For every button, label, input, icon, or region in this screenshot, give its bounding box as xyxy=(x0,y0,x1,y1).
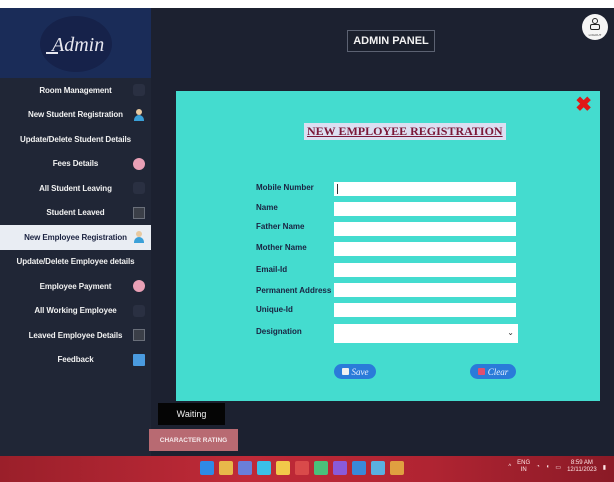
sidebar-item-label: Employee Payment xyxy=(39,281,112,291)
designation-select[interactable]: ⌄ xyxy=(334,324,518,343)
clock-date: 12/11/2023 xyxy=(567,467,597,473)
clear-label: Clear xyxy=(487,366,509,377)
sidebar-item-label: All Student Leaving xyxy=(39,183,112,193)
sidebar-item-new-student-registration[interactable]: New Student Registration xyxy=(0,103,151,128)
list-icon xyxy=(133,304,145,317)
volume-icon[interactable]: ◖ xyxy=(546,464,550,470)
chrome-icon[interactable] xyxy=(314,461,328,475)
father-name-label: Father Name xyxy=(256,222,305,231)
clock[interactable]: 8:59 AM 12/11/2023 xyxy=(567,460,597,474)
list-icon xyxy=(133,182,145,194)
money-icon xyxy=(133,157,145,170)
chevron-up-icon[interactable]: ^ xyxy=(508,464,511,470)
sidebar: Admin Room Management New Student Regist… xyxy=(0,8,151,456)
logout-icon xyxy=(590,18,600,30)
sidebar-item-label: Feedback xyxy=(57,355,94,365)
feedback-icon xyxy=(133,353,145,366)
sidebar-item-label: Update/Delete Student Details xyxy=(20,134,131,144)
logout-label: LOGOUT xyxy=(588,33,602,37)
employee-user-icon xyxy=(133,231,145,243)
page-title: ADMIN PANEL xyxy=(347,30,435,52)
battery-icon[interactable]: ▭ xyxy=(555,464,561,471)
edge-icon[interactable] xyxy=(257,461,271,475)
clock-time: 8:59 AM xyxy=(570,460,593,466)
sidebar-item-label: Room Management xyxy=(39,85,112,95)
sidebar-item-student-leaved[interactable]: Student Leaved xyxy=(0,201,151,226)
sidebar-item-new-employee-registration[interactable]: New Employee Registration xyxy=(0,225,151,250)
permanent-address-field[interactable] xyxy=(334,283,516,297)
designation-label: Designation xyxy=(256,327,302,336)
sidebar-item-label: Leaved Employee Details xyxy=(28,330,123,340)
permanent-address-label: Permanent Address xyxy=(256,286,332,295)
mobile-number-field[interactable] xyxy=(334,182,516,196)
app-icon[interactable] xyxy=(238,461,252,475)
email-id-field[interactable] xyxy=(334,263,516,277)
app-icon[interactable] xyxy=(352,461,366,475)
clear-icon xyxy=(477,368,485,375)
app-icon[interactable] xyxy=(390,461,404,475)
registration-panel: ✖ NEW EMPLOYEE REGISTRATION Mobile Numbe… xyxy=(176,91,600,401)
father-name-field[interactable] xyxy=(334,222,516,236)
clear-button[interactable]: Clear xyxy=(470,364,516,379)
logo-text: Admin xyxy=(52,34,105,56)
sidebar-item-label: Student Leaved xyxy=(46,208,105,218)
save-label: Save xyxy=(351,366,369,377)
app-icon[interactable] xyxy=(371,461,385,475)
form-title: NEW EMPLOYEE REGISTRATION xyxy=(304,123,506,140)
system-tray: ^ ENG IN ◔ ◖ ▭ 8:59 AM 12/11/2023 ▮ xyxy=(508,460,606,474)
waiting-status: Waiting xyxy=(158,403,225,425)
sidebar-nav: Room Management New Student Registration… xyxy=(0,78,151,372)
mother-name-field[interactable] xyxy=(334,242,516,256)
sidebar-item-update-delete-student[interactable]: Update/Delete Student Details xyxy=(0,127,151,152)
chevron-down-icon: ⌄ xyxy=(507,328,514,337)
header: ADMIN PANEL LOGOUT xyxy=(151,8,614,90)
box-icon xyxy=(133,329,145,341)
student-user-icon xyxy=(133,108,145,121)
save-button[interactable]: Save xyxy=(334,364,376,379)
email-id-label: Email-Id xyxy=(256,265,288,274)
language-top: ENG xyxy=(517,460,531,466)
notification-icon[interactable]: ▮ xyxy=(603,464,606,471)
box-icon xyxy=(133,206,145,219)
folder-icon[interactable] xyxy=(276,461,290,475)
app-icon[interactable] xyxy=(295,461,309,475)
sidebar-item-feedback[interactable]: Feedback xyxy=(0,348,151,373)
sidebar-item-label: New Student Registration xyxy=(28,110,123,120)
sidebar-item-label: Update/Delete Employee details xyxy=(16,257,135,267)
character-rating-button[interactable]: CHARACTER RATING xyxy=(149,429,238,451)
close-icon[interactable]: ✖ xyxy=(575,95,592,115)
sidebar-item-leaved-employee-details[interactable]: Leaved Employee Details xyxy=(0,323,151,348)
sidebar-item-update-delete-employee[interactable]: Update/Delete Employee details xyxy=(0,250,151,275)
wifi-icon[interactable]: ◔ xyxy=(536,464,540,470)
unique-id-label: Unique-Id xyxy=(256,305,293,314)
sidebar-item-all-student-leaving[interactable]: All Student Leaving xyxy=(0,176,151,201)
mobile-number-label: Mobile Number xyxy=(256,183,314,192)
unique-id-field[interactable] xyxy=(334,303,516,317)
app-window: Admin Room Management New Student Regist… xyxy=(0,8,614,456)
sidebar-item-room-management[interactable]: Room Management xyxy=(0,78,151,103)
taskbar-icons xyxy=(200,461,404,475)
app-icon[interactable] xyxy=(219,461,233,475)
sidebar-item-fees-details[interactable]: Fees Details xyxy=(0,152,151,177)
text-cursor xyxy=(337,184,338,194)
sidebar-item-label: New Employee Registration xyxy=(24,232,127,242)
mother-name-label: Mother Name xyxy=(256,243,307,252)
taskbar: ^ ENG IN ◔ ◖ ▭ 8:59 AM 12/11/2023 ▮ xyxy=(0,456,614,482)
sidebar-item-label: Fees Details xyxy=(52,159,99,169)
sidebar-item-label: All Working Employee xyxy=(34,306,117,316)
sidebar-item-all-working-employee[interactable]: All Working Employee xyxy=(0,299,151,324)
name-label: Name xyxy=(256,203,278,212)
logo-area: Admin xyxy=(0,8,151,78)
money-icon xyxy=(133,280,145,292)
language-bottom: IN xyxy=(520,467,527,473)
logout-button[interactable]: LOGOUT xyxy=(582,14,608,40)
windows-start-icon[interactable] xyxy=(200,461,214,475)
room-icon xyxy=(133,84,145,96)
language-indicator[interactable]: ENG IN xyxy=(517,460,530,474)
save-icon xyxy=(341,368,349,375)
app-icon[interactable] xyxy=(333,461,347,475)
name-field[interactable] xyxy=(334,202,516,216)
sidebar-item-employee-payment[interactable]: Employee Payment xyxy=(0,274,151,299)
